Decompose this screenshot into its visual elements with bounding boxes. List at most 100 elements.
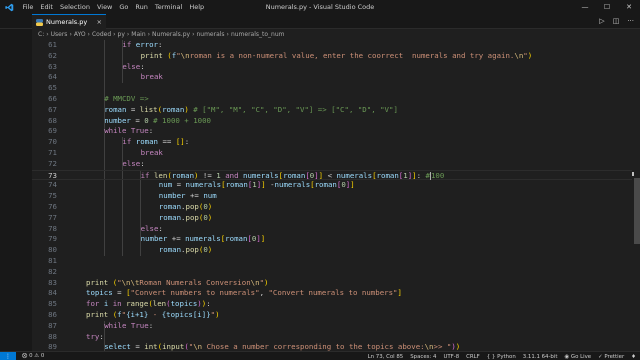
prettier-status[interactable]: ✓ Prettier bbox=[598, 354, 624, 360]
code-text: roman.pop(0) bbox=[158, 202, 213, 211]
code-line[interactable]: 74 num = numerals[roman[1]] -numerals[rom… bbox=[32, 180, 632, 191]
code-line[interactable]: 63 else: bbox=[32, 62, 632, 73]
line-number: 62 bbox=[48, 50, 57, 60]
breadcrumb-item[interactable]: Users bbox=[51, 31, 68, 38]
tab-close-icon[interactable]: × bbox=[97, 18, 102, 26]
line-number: 87 bbox=[48, 320, 57, 330]
line-number: 86 bbox=[48, 310, 57, 319]
indentation[interactable]: Spaces: 4 bbox=[410, 354, 436, 360]
scrollbar-thumb[interactable] bbox=[634, 178, 640, 244]
notifications-icon[interactable]: ♦ bbox=[631, 354, 636, 360]
menu-go[interactable]: Go bbox=[116, 3, 132, 11]
code-text: else: bbox=[140, 223, 163, 233]
menu-run[interactable]: Run bbox=[132, 3, 151, 11]
run-icon[interactable]: ▷ bbox=[599, 17, 604, 25]
code-line[interactable]: 85 for i in range(len(topics)): bbox=[32, 299, 632, 310]
activity-bar bbox=[0, 29, 32, 351]
errors-status[interactable]: ⨂ 0 ⚠ 0 bbox=[22, 353, 44, 359]
code-editor[interactable]: 61 if error: 62 print (f"\nroman is a non-n… bbox=[32, 40, 640, 351]
code-line[interactable]: 72 else: bbox=[32, 159, 632, 170]
code-text: if error: bbox=[122, 40, 163, 49]
line-number: 63 bbox=[48, 61, 57, 71]
end-of-line[interactable]: CRLF bbox=[466, 354, 480, 360]
code-text: print (f"\nroman is a non-numeral value,… bbox=[140, 50, 533, 60]
code-line[interactable]: 86 print (f"{i+1} - {topics[i]}") bbox=[32, 310, 632, 321]
code-line[interactable]: 73 if len(roman) != 1 and numerals[roman[… bbox=[32, 169, 632, 181]
code-line[interactable]: 75 number += num bbox=[32, 191, 632, 202]
code-line[interactable]: 71 break bbox=[32, 148, 632, 159]
code-line[interactable]: 68 number = 0 # 1000 + 1000 bbox=[32, 116, 632, 127]
go-live-button[interactable]: ◉ Go Live bbox=[564, 354, 591, 360]
close-icon[interactable]: ✕ bbox=[618, 0, 640, 14]
code-text: for i in range(len(topics)): bbox=[86, 299, 211, 309]
code-line[interactable]: 82 bbox=[32, 267, 632, 278]
maximize-icon[interactable]: ☐ bbox=[596, 0, 618, 14]
code-line[interactable]: 77 roman.pop(0) bbox=[32, 213, 632, 224]
minimize-icon[interactable]: — bbox=[574, 0, 596, 14]
code-text: else: bbox=[122, 158, 145, 168]
code-line[interactable]: 65 bbox=[32, 83, 632, 94]
code-text: number += num bbox=[158, 191, 217, 201]
line-number: 74 bbox=[48, 180, 57, 190]
breadcrumb-item[interactable]: C: bbox=[38, 31, 44, 38]
code-line[interactable]: 84 topics = ["Convert numbers to numerals… bbox=[32, 288, 632, 299]
breadcrumb-item[interactable]: numerals_to_num bbox=[231, 31, 285, 38]
menu-bar: File Edit Selection View Go Run Terminal… bbox=[19, 3, 208, 11]
code-line[interactable]: 70 if roman == []: bbox=[32, 137, 632, 148]
menu-help[interactable]: Help bbox=[186, 3, 208, 11]
code-line[interactable]: 61 if error: bbox=[32, 40, 632, 51]
code-line[interactable]: 81 bbox=[32, 256, 632, 267]
code-line[interactable]: 83 print ("\n\tRoman Numerals Conversion\… bbox=[32, 278, 632, 289]
language-mode[interactable]: { } Python bbox=[487, 354, 516, 360]
code-line[interactable]: 79 number += numerals[roman[0]] bbox=[32, 234, 632, 245]
cursor-marker bbox=[632, 172, 634, 176]
line-number: 89 bbox=[48, 342, 57, 351]
line-number: 66 bbox=[48, 94, 57, 103]
code-line[interactable]: 62 print (f"\nroman is a non-numeral valu… bbox=[32, 51, 632, 62]
cursor-position[interactable]: Ln 73, Col 85 bbox=[368, 354, 404, 360]
line-number: 79 bbox=[48, 234, 57, 244]
menu-edit[interactable]: Edit bbox=[37, 3, 57, 11]
code-line[interactable]: 76 roman.pop(0) bbox=[32, 202, 632, 213]
menu-selection[interactable]: Selection bbox=[56, 3, 93, 11]
code-line[interactable]: 67 roman = list(roman) # ["M", "M", "C", … bbox=[32, 105, 632, 116]
code-line[interactable]: 78 else: bbox=[32, 224, 632, 235]
line-number: 75 bbox=[48, 191, 57, 201]
encoding[interactable]: UTF-8 bbox=[443, 354, 459, 360]
line-number: 70 bbox=[48, 137, 57, 147]
breadcrumb-item[interactable]: Numerals.py bbox=[152, 31, 190, 38]
tab-numerals-py[interactable]: Numerals.py × bbox=[32, 14, 106, 29]
breadcrumb-item[interactable]: numerals bbox=[196, 31, 224, 38]
code-line[interactable]: 66 # MMCDV => bbox=[32, 94, 632, 105]
line-number: 83 bbox=[48, 277, 57, 287]
code-line[interactable]: 80 roman.pop(0) bbox=[32, 245, 632, 256]
code-line[interactable]: 89 select = int(input("\n Chose a number … bbox=[32, 342, 632, 351]
more-actions-icon[interactable]: ··· bbox=[627, 17, 634, 25]
remote-icon[interactable]: ⋮ bbox=[0, 351, 16, 360]
code-text: roman = list(roman) # ["M", "M", "C", "D… bbox=[104, 104, 398, 114]
split-editor-icon[interactable]: ◫ bbox=[613, 17, 620, 25]
code-line[interactable]: 87 while True: bbox=[32, 321, 632, 332]
menu-file[interactable]: File bbox=[19, 3, 37, 11]
code-line[interactable]: 69 while True: bbox=[32, 126, 632, 137]
code-line[interactable]: 64 break bbox=[32, 72, 632, 83]
line-number: 88 bbox=[48, 331, 57, 341]
breadcrumb-item[interactable]: Main bbox=[131, 31, 145, 38]
code-line[interactable]: 88 try: bbox=[32, 332, 632, 343]
line-number: 85 bbox=[48, 299, 57, 309]
breadcrumb-item[interactable]: Coded bbox=[92, 31, 111, 38]
breadcrumb-item[interactable]: py bbox=[118, 31, 125, 38]
line-number: 80 bbox=[48, 245, 57, 255]
vertical-scrollbar[interactable] bbox=[632, 40, 640, 351]
line-number: 69 bbox=[48, 126, 57, 136]
line-number: 81 bbox=[48, 256, 57, 265]
code-text: num = numerals[roman[1]] -numerals[roman… bbox=[158, 180, 355, 190]
menu-view[interactable]: View bbox=[93, 3, 115, 11]
code-text: select = int(input("\n Chose a number co… bbox=[104, 342, 461, 351]
breadcrumb-item[interactable]: AYO bbox=[74, 31, 86, 38]
menu-terminal[interactable]: Terminal bbox=[151, 3, 185, 11]
code-text: roman.pop(0) bbox=[158, 245, 213, 255]
vscode-logo-icon bbox=[4, 2, 14, 12]
python-interpreter[interactable]: 3.11.1 64-bit bbox=[523, 354, 558, 360]
line-number: 72 bbox=[48, 158, 57, 168]
